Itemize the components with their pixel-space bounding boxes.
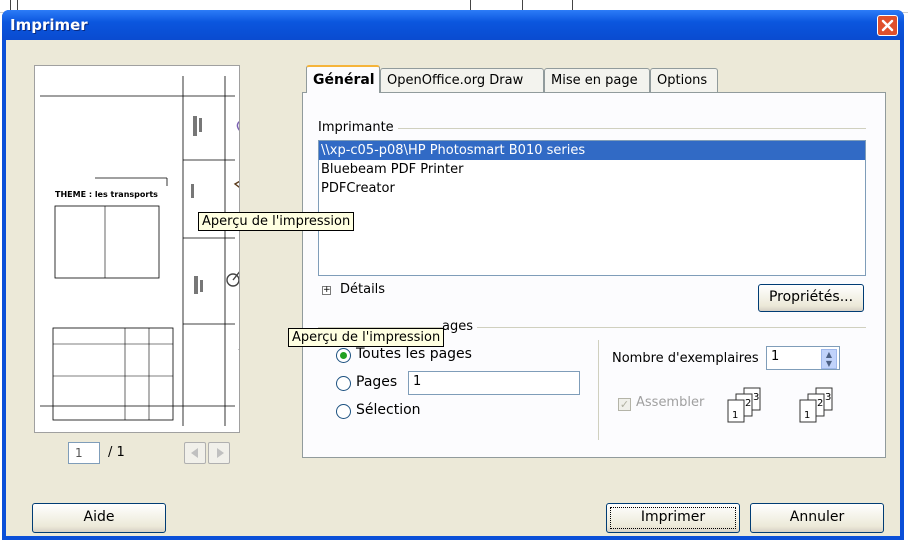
copies-spinner[interactable]: ▲ ▼ — [821, 349, 837, 369]
dialog-client-area: THEME : les transports Aperçu de l'impre… — [6, 40, 900, 536]
copies-input[interactable]: 1 ▲ ▼ — [766, 346, 840, 370]
pages-input[interactable]: 1 — [408, 371, 580, 395]
all-pages-label[interactable]: Toutes les pages — [356, 346, 472, 362]
cancel-button[interactable]: Annuler — [750, 503, 884, 533]
svg-text:2: 2 — [745, 398, 751, 409]
printer-group-label: Imprimante — [318, 120, 398, 135]
selection-label[interactable]: Sélection — [356, 402, 421, 418]
page-total-label: / 1 — [108, 445, 125, 460]
title-bar[interactable]: Imprimer — [2, 10, 904, 40]
copies-value: 1 — [771, 349, 780, 364]
print-preview: THEME : les transports — [34, 65, 240, 433]
arrow-right-icon — [217, 448, 224, 458]
previous-page-button[interactable] — [184, 442, 206, 464]
close-button[interactable] — [877, 15, 898, 36]
svg-text:3: 3 — [825, 392, 831, 403]
svg-text:3: 3 — [753, 392, 759, 403]
range-tooltip: Aperçu de l'impression — [288, 328, 445, 347]
printer-item[interactable]: \\xp-c05-p08\HP Photosmart B010 series — [319, 141, 865, 160]
next-page-button[interactable] — [208, 442, 230, 464]
collate-checkbox[interactable]: ✓ — [618, 398, 631, 411]
tab-openoffice-draw[interactable]: OpenOffice.org Draw — [380, 68, 544, 92]
arrow-left-icon — [191, 448, 198, 458]
preview-tooltip: Aperçu de l'impression — [198, 212, 355, 231]
preview-theme-text: THEME : les transports — [55, 190, 158, 199]
close-icon — [881, 19, 894, 32]
svg-text:2: 2 — [817, 398, 823, 409]
selection-radio[interactable] — [336, 404, 351, 419]
svg-text:1: 1 — [732, 410, 738, 421]
tab-general[interactable]: Général — [306, 65, 380, 93]
range-group-label: ages — [442, 319, 477, 334]
page-number-input[interactable]: 1 — [68, 442, 100, 464]
details-label[interactable]: Détails — [340, 282, 385, 297]
window-title: Imprimer — [10, 16, 88, 34]
collate-copies-icon: 321 — [799, 387, 833, 423]
copies-separator — [598, 340, 599, 440]
print-button[interactable]: Imprimer — [606, 503, 740, 533]
pages-radio[interactable] — [336, 376, 351, 391]
print-dialog: Imprimer THEME: les transports Aperçu d… — [2, 10, 904, 540]
printer-group-line — [318, 128, 866, 129]
printer-item[interactable]: PDFCreator — [319, 179, 865, 198]
printer-item[interactable]: Bluebeam PDF Printer — [319, 160, 865, 179]
printer-list[interactable]: \\xp-c05-p08\HP Photosmart B010 series B… — [318, 140, 866, 276]
copies-label: Nombre d'exemplaires — [612, 351, 759, 366]
expand-details-icon[interactable]: + — [322, 286, 331, 295]
tab-mise-en-page[interactable]: Mise en page — [544, 68, 650, 92]
svg-text:1: 1 — [804, 410, 810, 421]
properties-button[interactable]: Propriétés... — [758, 284, 864, 312]
all-pages-radio[interactable] — [336, 348, 351, 363]
tab-options[interactable]: Options — [650, 68, 718, 92]
preview-page-drawing — [40, 76, 239, 426]
collate-copies-icon: 321 — [727, 387, 761, 423]
help-button[interactable]: Aide — [32, 503, 166, 533]
pages-label[interactable]: Pages — [356, 374, 397, 390]
collate-label[interactable]: Assembler — [636, 395, 704, 410]
